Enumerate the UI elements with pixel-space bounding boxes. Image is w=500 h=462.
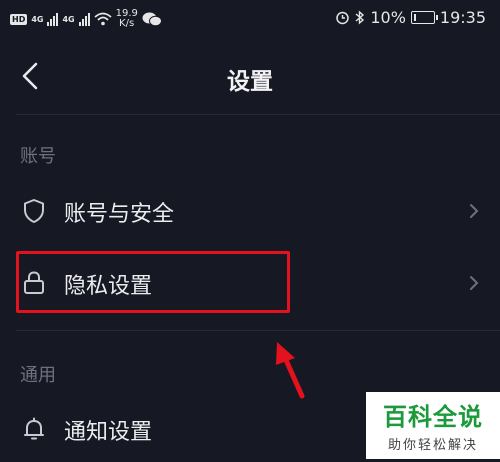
watermark-logo: 百科全说 助你轻松解决 (366, 392, 500, 459)
annotation-arrow-icon (276, 342, 305, 399)
network-type-2: 4G (62, 14, 75, 24)
menu-item-account-security[interactable]: 账号与安全 (0, 178, 500, 244)
status-bar: HD 4G 4G 19.9 K/s 10% 19:35 (0, 0, 500, 38)
page-title: 设置 (227, 69, 273, 95)
battery-fill (413, 14, 416, 21)
shield-icon (24, 199, 44, 223)
signal-icon-2 (78, 12, 90, 26)
chevron-right-icon (470, 276, 479, 290)
chevron-right-icon (470, 204, 479, 218)
wifi-icon (94, 12, 112, 26)
header-divider (16, 114, 500, 115)
menu-item-label: 通知设置 (64, 420, 153, 445)
nav-bar: 设置 (0, 40, 500, 114)
bell-icon (24, 417, 44, 440)
status-left: HD 4G 4G 19.9 K/s (10, 9, 162, 29)
bluetooth-icon (355, 10, 365, 25)
watermark-main-text: 百科全说 (383, 403, 483, 431)
battery-icon (410, 11, 438, 24)
battery-percent: 10% (370, 8, 406, 27)
wechat-icon (142, 12, 162, 27)
section-header-general: 通用 (20, 365, 56, 386)
network-type-1: 4G (31, 14, 44, 24)
highlight-box (16, 251, 290, 313)
status-time: 19:35 (439, 8, 486, 27)
alarm-icon (336, 11, 350, 25)
hd-badge: HD (10, 13, 28, 25)
signal-icon (47, 12, 59, 26)
network-speed: 19.9 K/s (116, 9, 138, 29)
watermark-sub-text: 助你轻松解决 (387, 438, 478, 453)
speed-unit: K/s (119, 18, 135, 29)
status-right: 10% 19:35 (335, 8, 486, 27)
section-divider (16, 330, 500, 331)
menu-item-label: 账号与安全 (64, 202, 175, 227)
section-header-account: 账号 (20, 146, 56, 167)
